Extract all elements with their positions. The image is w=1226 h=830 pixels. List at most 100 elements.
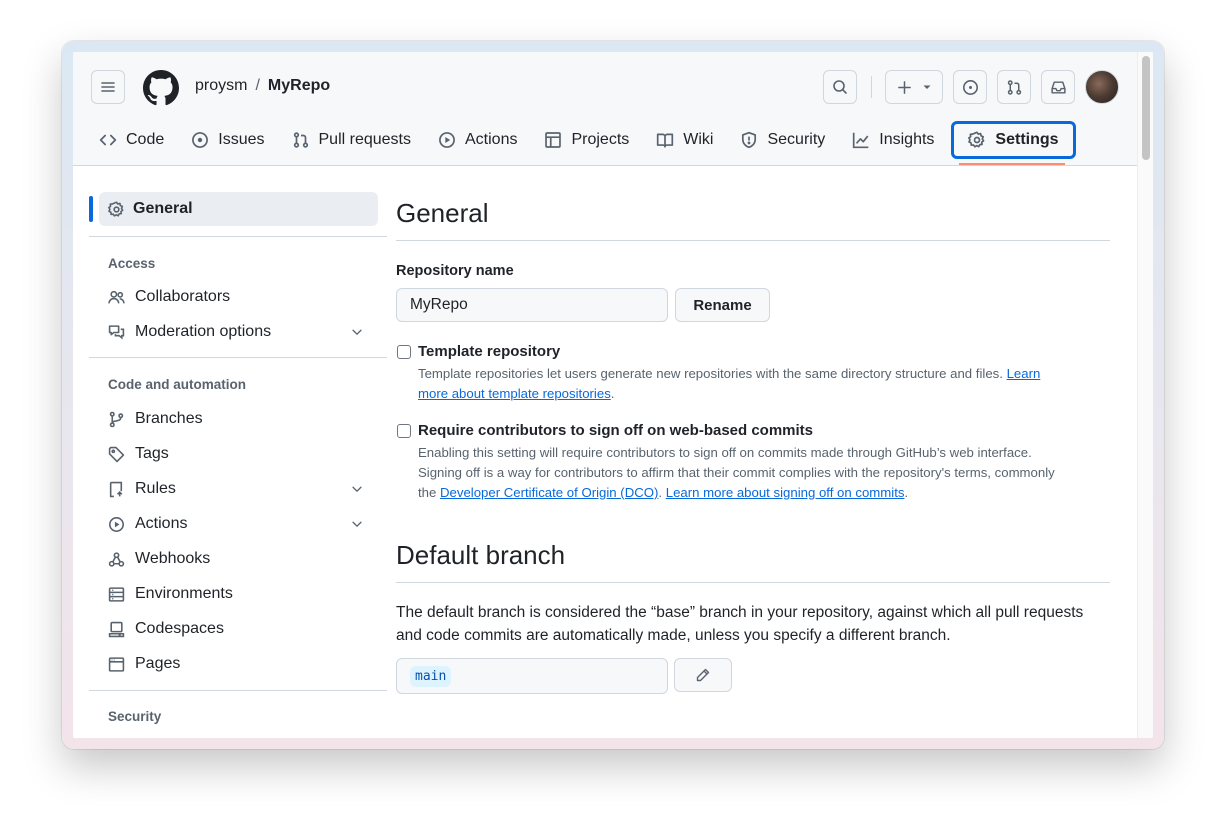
- tab-insights[interactable]: Insights: [842, 122, 944, 158]
- sidebar-divider: [89, 357, 387, 358]
- create-new-button[interactable]: [885, 70, 943, 104]
- menu-button[interactable]: [91, 70, 125, 104]
- repo-nav-tabs: Code Issues Pull requests Actions Projec…: [89, 121, 1083, 159]
- tab-label: Wiki: [683, 131, 714, 148]
- sidebar-divider: [89, 236, 387, 237]
- tab-label: Insights: [879, 131, 935, 148]
- git-branch-icon: [109, 411, 124, 427]
- template-desc-end: .: [610, 386, 615, 401]
- browser-icon: [108, 656, 125, 672]
- sidebar-item-webhooks[interactable]: Webhooks: [108, 543, 378, 575]
- sidebar-item-label: Pages: [135, 655, 181, 672]
- user-avatar[interactable]: [1085, 70, 1119, 104]
- tab-code[interactable]: Code: [89, 122, 174, 158]
- default-branch-divider: [396, 582, 1110, 583]
- caret-down-icon: [923, 85, 930, 89]
- sidebar-item-label: Moderation options: [135, 323, 272, 340]
- tab-issues[interactable]: Issues: [181, 122, 274, 158]
- default-branch-title: Default branch: [396, 540, 566, 570]
- chevron-down-icon: [352, 329, 362, 335]
- sidebar-item-label: Codespaces: [135, 620, 224, 637]
- sidebar-item-rules[interactable]: Rules: [108, 473, 378, 505]
- tab-label: Actions: [465, 131, 518, 148]
- tab-actions[interactable]: Actions: [428, 122, 527, 158]
- sidebar-item-codespaces[interactable]: Codespaces: [108, 613, 378, 645]
- require-signoff-checkbox[interactable]: [397, 424, 411, 438]
- branch-name-chip: main: [410, 665, 452, 687]
- dco-link[interactable]: Developer Certificate of Origin (DCO): [440, 485, 658, 500]
- tab-projects[interactable]: Projects: [534, 122, 639, 158]
- signoff-desc-mid: .: [658, 485, 666, 500]
- gear-icon: [108, 200, 124, 217]
- tab-pull-requests[interactable]: Pull requests: [282, 122, 422, 158]
- template-desc-text: Template repositories let users generate…: [418, 366, 1007, 381]
- chevron-down-icon: [352, 486, 362, 492]
- code-icon: [99, 134, 117, 146]
- tab-security[interactable]: Security: [730, 122, 835, 158]
- breadcrumb: proysm / MyRepo: [195, 77, 330, 95]
- page-title: General: [396, 198, 489, 228]
- default-branch-field: main: [396, 658, 668, 694]
- tab-label: Code: [126, 131, 165, 148]
- sidebar-heading-code-and-automation: Code and automation: [108, 377, 246, 392]
- sidebar-item-branches[interactable]: Branches: [108, 403, 378, 435]
- repository-name-label: Repository name: [396, 263, 514, 279]
- learn-more-signoff-link[interactable]: Learn more about signing off on commits: [666, 485, 905, 500]
- selected-tab-underline: [959, 163, 1065, 165]
- graph-icon: [853, 132, 869, 149]
- issue-opened-icon: [962, 79, 978, 95]
- repository-name-input[interactable]: MyRepo: [396, 288, 668, 322]
- gear-icon: [968, 131, 985, 148]
- sidebar-heading-access: Access: [108, 256, 156, 271]
- plus-icon: [897, 80, 911, 94]
- tab-wiki[interactable]: Wiki: [646, 122, 723, 158]
- hamburger-icon: [101, 82, 115, 92]
- book-icon: [657, 133, 674, 148]
- page-scrollbar[interactable]: [1137, 52, 1153, 738]
- github-logo-icon[interactable]: [143, 70, 179, 106]
- sidebar-item-pages[interactable]: Pages: [108, 648, 378, 680]
- git-pull-request-icon: [293, 132, 308, 148]
- rename-button[interactable]: Rename: [675, 288, 770, 322]
- pull-requests-button[interactable]: [997, 70, 1031, 104]
- inbox-button[interactable]: [1041, 70, 1075, 104]
- git-pull-request-icon: [1007, 79, 1021, 95]
- sidebar-item-environments[interactable]: Environments: [108, 578, 378, 610]
- learn-more-template-link-cont[interactable]: more about template repositories: [418, 386, 611, 401]
- sidebar-item-collaborators[interactable]: Collaborators: [108, 281, 378, 313]
- shield-icon: [742, 131, 757, 149]
- browser-window: proysm / MyRepo Code Issues Pull request…: [73, 52, 1153, 738]
- server-icon: [108, 586, 125, 602]
- scrollbar-thumb[interactable]: [1142, 56, 1150, 160]
- edit-default-branch-button[interactable]: [674, 658, 732, 692]
- play-icon: [109, 516, 124, 532]
- sidebar-item-label: Rules: [135, 480, 176, 497]
- breadcrumb-separator: /: [255, 77, 260, 94]
- issues-button[interactable]: [953, 70, 987, 104]
- issue-opened-icon: [192, 132, 209, 148]
- people-icon: [108, 290, 125, 303]
- require-signoff-title: Require contributors to sign off on web-…: [418, 422, 814, 439]
- learn-more-template-link[interactable]: Learn: [1007, 366, 1041, 381]
- sidebar-item-label: Webhooks: [135, 550, 211, 567]
- active-item-marker: [89, 196, 93, 222]
- sidebar-item-actions[interactable]: Actions: [108, 508, 378, 540]
- sidebar-divider: [89, 690, 387, 691]
- sidebar-item-general[interactable]: General: [99, 192, 378, 226]
- sidebar-item-moderation-options[interactable]: Moderation options: [108, 316, 378, 348]
- sidebar-item-label: Collaborators: [135, 288, 231, 305]
- template-repository-checkbox[interactable]: [397, 345, 411, 359]
- signoff-desc-pre: the: [418, 485, 440, 500]
- repo-link[interactable]: MyRepo: [268, 77, 330, 95]
- codespaces-icon: [108, 621, 125, 637]
- comment-discussion-icon: [108, 324, 125, 339]
- search-button[interactable]: [823, 70, 857, 104]
- signoff-desc-line2: Signing off is a way for contributors to…: [418, 465, 1055, 480]
- repo-push-icon: [109, 481, 123, 497]
- tab-settings[interactable]: Settings: [951, 121, 1076, 159]
- owner-link[interactable]: proysm: [195, 77, 247, 95]
- sidebar-item-tags[interactable]: Tags: [108, 438, 378, 470]
- sidebar-item-label: Tags: [135, 445, 169, 462]
- template-repository-title: Template repository: [418, 343, 561, 360]
- tab-label: Issues: [218, 131, 265, 148]
